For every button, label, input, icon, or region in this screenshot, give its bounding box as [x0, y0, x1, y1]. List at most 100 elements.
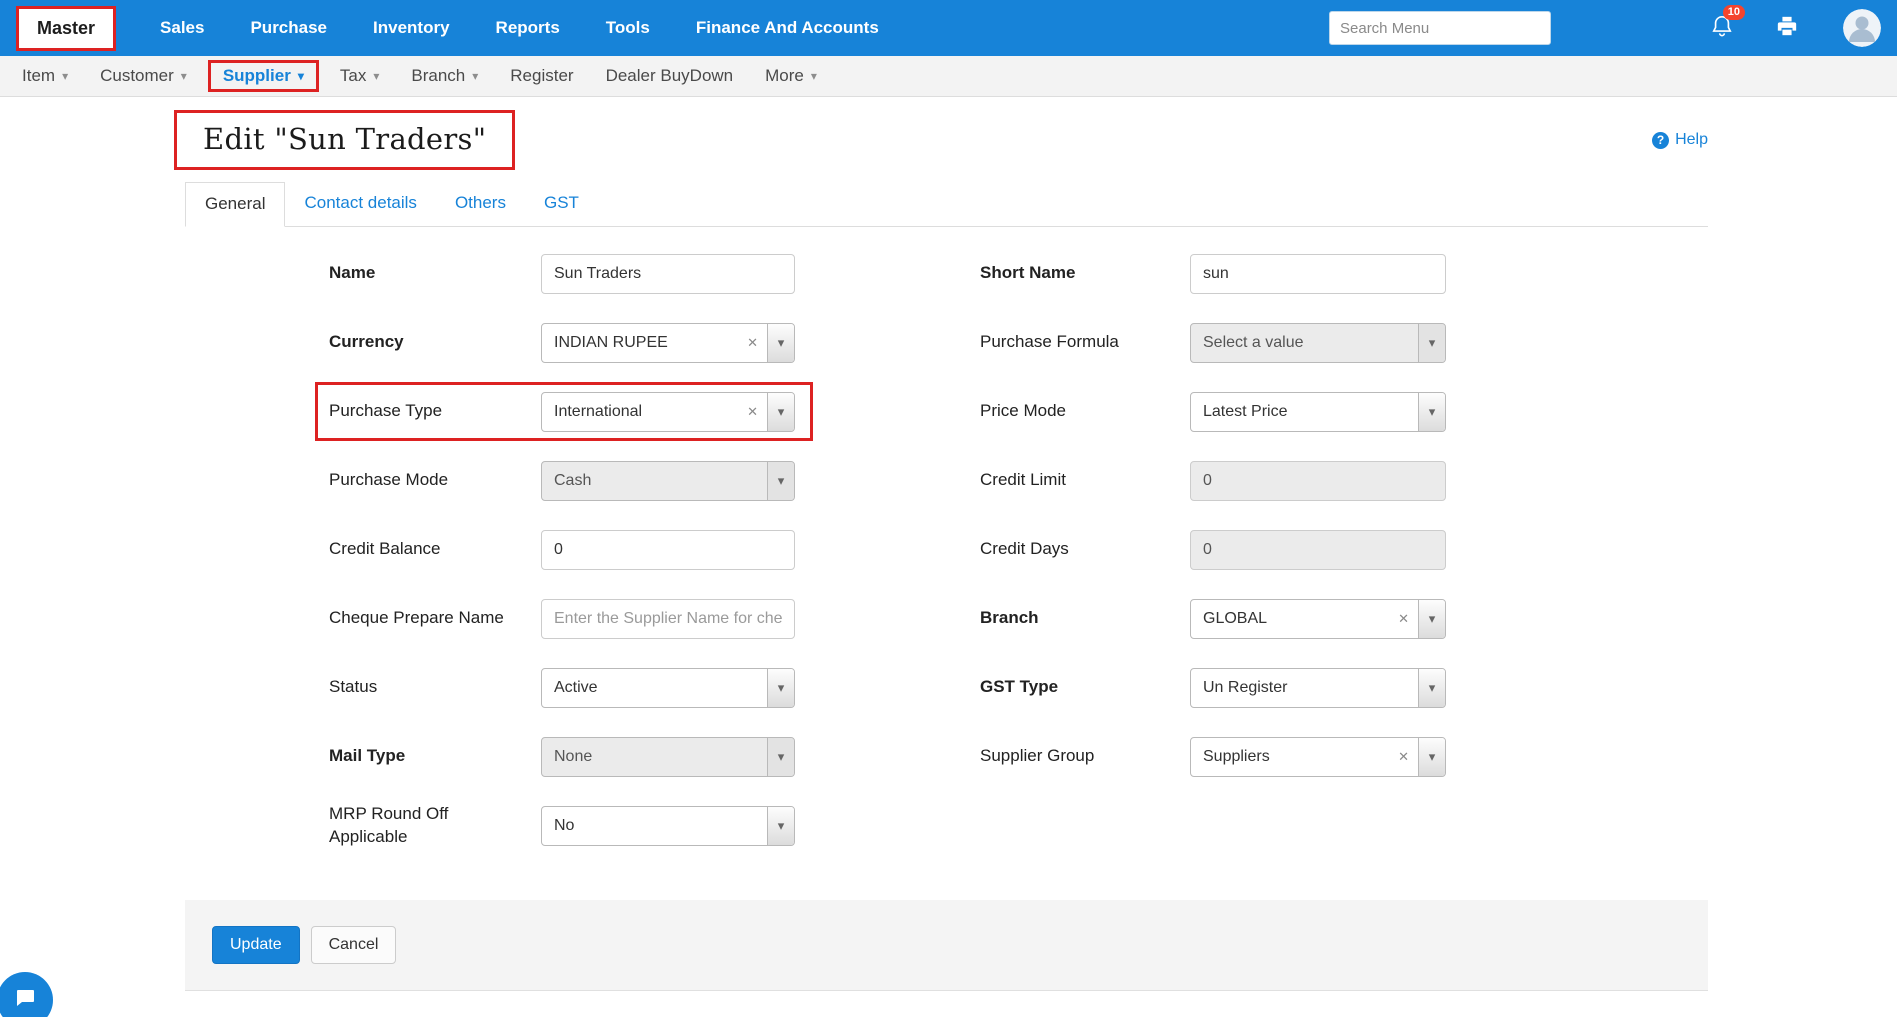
credit-days-input — [1190, 530, 1446, 570]
form-action-bar: Update Cancel — [185, 900, 1708, 991]
price-mode-value: Latest Price — [1191, 403, 1418, 421]
page-title-annotation-box: Edit "Sun Traders" — [174, 110, 515, 170]
user-avatar[interactable] — [1843, 9, 1881, 47]
short-name-input[interactable] — [1190, 254, 1446, 294]
mrp-round-off-select[interactable]: No ▾ — [541, 806, 795, 846]
top-nav-items: Sales Purchase Inventory Reports Tools F… — [160, 18, 879, 38]
tab-others[interactable]: Others — [436, 182, 525, 226]
gst-type-value: Un Register — [1191, 679, 1418, 697]
clear-icon[interactable]: ✕ — [738, 335, 767, 351]
chevron-down-icon[interactable]: ▾ — [767, 807, 794, 845]
supplier-edit-form: Name Short Name Currency INDIAN RUPEE ✕ … — [0, 227, 1897, 860]
nav-tools[interactable]: Tools — [606, 18, 650, 38]
currency-label: Currency — [329, 331, 541, 353]
price-mode-label: Price Mode — [980, 400, 1190, 422]
subnav-label: Supplier — [223, 66, 291, 86]
chevron-down-icon[interactable]: ▾ — [767, 393, 794, 431]
purchase-type-label: Purchase Type — [329, 400, 541, 422]
cancel-button[interactable]: Cancel — [311, 926, 397, 964]
purchase-type-select[interactable]: International ✕ ▾ — [541, 392, 795, 432]
status-value: Active — [542, 679, 767, 697]
form-row-purchase-mode: Purchase Mode Cash ▾ Credit Limit — [329, 446, 1897, 515]
credit-days-label: Credit Days — [980, 538, 1190, 560]
nav-purchase[interactable]: Purchase — [250, 18, 327, 38]
chevron-down-icon: ▾ — [472, 70, 478, 82]
subnav-item-more[interactable]: More ▾ — [749, 56, 833, 96]
status-select[interactable]: Active ▾ — [541, 668, 795, 708]
form-row-mail-type: Mail Type None ▾ Supplier Group Supplier… — [329, 722, 1897, 791]
subnav-item-tax[interactable]: Tax ▾ — [324, 56, 396, 96]
subnav-label: Branch — [411, 66, 465, 86]
chat-widget-button[interactable] — [0, 972, 53, 1017]
tab-contact-details[interactable]: Contact details — [285, 182, 435, 226]
nav-master[interactable]: Master — [16, 6, 116, 51]
chevron-down-icon: ▾ — [373, 70, 379, 82]
form-row-name: Name Short Name — [329, 239, 1897, 308]
cheque-prepare-name-input[interactable] — [541, 599, 795, 639]
credit-balance-input[interactable] — [541, 530, 795, 570]
subnav-item-branch[interactable]: Branch ▾ — [395, 56, 494, 96]
form-tabs: General Contact details Others GST — [185, 182, 1708, 227]
purchase-type-value: International — [542, 403, 738, 421]
supplier-group-value: Suppliers — [1191, 748, 1389, 766]
page-header: Edit "Sun Traders" ? Help — [0, 110, 1897, 170]
nav-inventory[interactable]: Inventory — [373, 18, 450, 38]
mail-type-select: None ▾ — [541, 737, 795, 777]
gst-type-select[interactable]: Un Register ▾ — [1190, 668, 1446, 708]
name-label: Name — [329, 262, 541, 284]
notifications-button[interactable]: 10 — [1711, 14, 1733, 43]
mrp-round-off-value: No — [542, 817, 767, 835]
short-name-label: Short Name — [980, 262, 1190, 284]
supplier-group-select[interactable]: Suppliers ✕ ▾ — [1190, 737, 1446, 777]
cheque-prepare-name-label: Cheque Prepare Name — [329, 607, 541, 629]
clear-icon[interactable]: ✕ — [1389, 749, 1418, 765]
subnav-item-supplier[interactable]: Supplier ▾ — [208, 60, 319, 92]
purchase-mode-label: Purchase Mode — [329, 469, 541, 491]
chevron-down-icon: ▾ — [62, 70, 68, 82]
chevron-down-icon[interactable]: ▾ — [767, 324, 794, 362]
chat-bubble-icon — [13, 986, 37, 1015]
tab-general[interactable]: General — [185, 182, 285, 227]
currency-value: INDIAN RUPEE — [542, 334, 738, 352]
chevron-down-icon: ▾ — [767, 462, 794, 500]
price-mode-select[interactable]: Latest Price ▾ — [1190, 392, 1446, 432]
chevron-down-icon: ▾ — [767, 738, 794, 776]
chevron-down-icon[interactable]: ▾ — [1418, 393, 1445, 431]
chevron-down-icon: ▾ — [811, 70, 817, 82]
chevron-down-icon[interactable]: ▾ — [1418, 738, 1445, 776]
subnav-label: Customer — [100, 66, 174, 86]
form-row-mrp-round-off: MRP Round Off Applicable No ▾ — [329, 791, 1897, 860]
currency-select[interactable]: INDIAN RUPEE ✕ ▾ — [541, 323, 795, 363]
branch-select[interactable]: GLOBAL ✕ ▾ — [1190, 599, 1446, 639]
clear-icon[interactable]: ✕ — [1389, 611, 1418, 627]
subnav-label: More — [765, 66, 804, 86]
subnav-item-customer[interactable]: Customer ▾ — [84, 56, 203, 96]
subnav-item-register[interactable]: Register — [494, 56, 589, 96]
supplier-group-label: Supplier Group — [980, 745, 1190, 767]
purchase-formula-value: Select a value — [1191, 334, 1418, 352]
form-row-cheque-prepare-name: Cheque Prepare Name Branch GLOBAL ✕ ▾ — [329, 584, 1897, 653]
subnav-item-dealer-buydown[interactable]: Dealer BuyDown — [590, 56, 750, 96]
nav-sales[interactable]: Sales — [160, 18, 204, 38]
tab-gst[interactable]: GST — [525, 182, 598, 226]
chevron-down-icon[interactable]: ▾ — [767, 669, 794, 707]
help-label: Help — [1675, 131, 1708, 149]
subnav-item-item[interactable]: Item ▾ — [6, 56, 84, 96]
nav-reports[interactable]: Reports — [496, 18, 560, 38]
purchase-mode-value: Cash — [542, 472, 767, 490]
credit-balance-label: Credit Balance — [329, 538, 541, 560]
notification-count-badge: 10 — [1723, 5, 1745, 20]
help-link[interactable]: ? Help — [1652, 131, 1708, 149]
search-input[interactable] — [1329, 11, 1551, 45]
print-button[interactable] — [1775, 15, 1799, 42]
subnav-label: Item — [22, 66, 55, 86]
chevron-down-icon[interactable]: ▾ — [1418, 600, 1445, 638]
name-input[interactable] — [541, 254, 795, 294]
nav-finance-and-accounts[interactable]: Finance And Accounts — [696, 18, 879, 38]
chevron-down-icon[interactable]: ▾ — [1418, 669, 1445, 707]
update-button[interactable]: Update — [212, 926, 300, 964]
clear-icon[interactable]: ✕ — [738, 404, 767, 420]
mail-type-value: None — [542, 748, 767, 766]
subnav-label: Dealer BuyDown — [606, 66, 734, 86]
form-row-status: Status Active ▾ GST Type Un Register ▾ — [329, 653, 1897, 722]
